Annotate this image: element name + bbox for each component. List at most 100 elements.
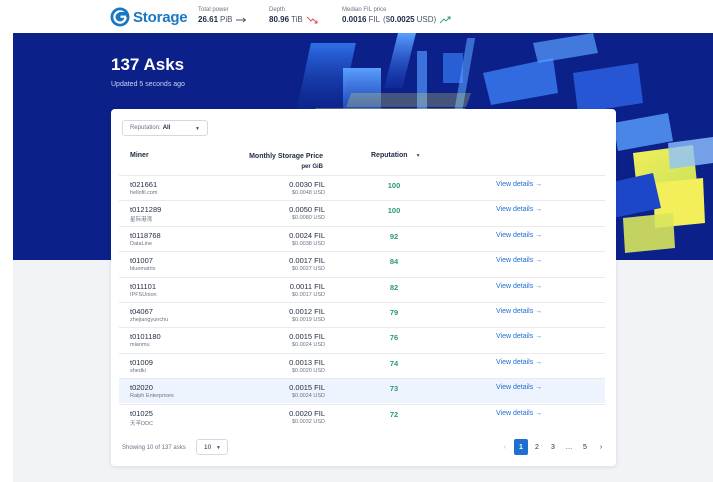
- view-details-link[interactable]: View details →: [496, 410, 542, 417]
- miner-name: 天羋DDC: [130, 420, 153, 427]
- stat-label: Total power: [198, 7, 229, 13]
- price-usd: $0.0048 USD: [291, 190, 325, 196]
- stat-extra-value: 0.0025: [390, 15, 415, 24]
- table-row[interactable]: t021661 hellofil.com 0.0030 FIL $0.0048 USD…: [119, 175, 605, 200]
- miner-name: Ralph Enterprises: [130, 393, 174, 400]
- view-details-link[interactable]: View details →: [496, 359, 542, 366]
- miner-name: IPFSUnion: [130, 291, 157, 298]
- chevron-down-icon: ▼: [216, 445, 221, 451]
- view-details-link[interactable]: View details →: [496, 206, 542, 213]
- top-header: Storage Total power 26.61 PiB Depth 80.9…: [0, 0, 713, 33]
- price-usd: $0.0017 USD: [291, 291, 325, 298]
- view-details-link[interactable]: View details →: [496, 384, 542, 391]
- trend-up-icon: [440, 16, 451, 23]
- miner-id: t0121289: [130, 205, 162, 215]
- table-row[interactable]: t0121289 星际港湾 0.0050 FIL $0.0080 USD 100 View…: [119, 200, 605, 225]
- view-details-link[interactable]: View details →: [496, 257, 542, 264]
- stat-number: 80.96: [269, 15, 290, 24]
- chevron-right-icon[interactable]: ›: [594, 439, 608, 455]
- price-usd: $0.0024 USD: [291, 342, 325, 349]
- price-fil: 0.0011 FIL: [289, 281, 325, 291]
- miner-id: t0118768: [130, 230, 161, 240]
- price-usd: $0.0019 USD: [291, 317, 325, 323]
- table-row[interactable]: t0101180 mianmu 0.0015 FIL $0.0024 USD 76 Vie…: [119, 327, 605, 352]
- miner-id: t02020: [130, 383, 153, 393]
- price-usd: $0.0020 USD: [291, 367, 325, 374]
- price-header-label: Monthly Storage Price: [249, 153, 323, 160]
- table-row[interactable]: t01009 shedki 0.0013 FIL $0.0020 USD 74 View …: [119, 352, 605, 378]
- table-row[interactable]: t01025 天羋DDC 0.0020 FIL $0.0032 USD 72 View d…: [119, 403, 605, 429]
- miner-name: hellofil.com: [130, 190, 158, 196]
- per-page-select[interactable]: 10 ▼: [196, 439, 228, 455]
- filter-value: All: [162, 125, 171, 131]
- trend-down-icon: [306, 16, 318, 23]
- miner-name: zhejiangyunchu: [130, 317, 169, 323]
- miner-id: t01025: [130, 408, 153, 418]
- price-fil: 0.0015 FIL: [289, 332, 325, 342]
- table-row[interactable]: t011101 IPFSUnion 0.0011 FIL $0.0017 USD 82 V…: [119, 276, 605, 302]
- price-usd: $0.0027 USD: [291, 266, 325, 273]
- reputation-score: 72: [389, 409, 399, 419]
- column-header-price[interactable]: Monthly Storage Price per GiB: [249, 152, 323, 172]
- table-row[interactable]: t01007 bluematrix 0.0017 FIL $0.0027 USD 84 V…: [119, 251, 605, 276]
- page-button-3[interactable]: 3: [546, 439, 560, 455]
- reputation-score: 74: [389, 358, 399, 368]
- view-details-link[interactable]: View details →: [496, 333, 542, 340]
- price-usd: $0.0032 USD: [291, 418, 325, 425]
- miner-id: t021661: [130, 180, 158, 189]
- price-fil: 0.0012 FIL: [289, 307, 325, 316]
- stat-extra-suffix: USD): [416, 15, 437, 24]
- per-page-value: 10: [204, 443, 212, 451]
- miner-name: DataLine: [130, 240, 153, 247]
- brand-logo[interactable]: Storage: [110, 7, 188, 27]
- reputation-score: 92: [389, 231, 399, 241]
- reputation-score: 73: [389, 384, 399, 394]
- chevron-left-icon[interactable]: ‹: [498, 439, 512, 455]
- view-details-link[interactable]: View details →: [496, 181, 542, 188]
- brand-name: Storage: [133, 8, 188, 26]
- price-fil: 0.0015 FIL: [289, 383, 325, 393]
- table-row[interactable]: t02020 Ralph Enterprises 0.0015 FIL $0.0024…: [119, 378, 605, 404]
- price-fil: 0.0013 FIL: [289, 357, 325, 367]
- page-button-1[interactable]: 1: [514, 439, 528, 455]
- price-fil: 0.0020 FIL: [289, 408, 325, 418]
- reputation-score: 82: [389, 282, 399, 292]
- arrow-right-icon: [236, 17, 247, 22]
- column-header-miner: Miner: [130, 152, 149, 159]
- stat-label: Depth: [269, 7, 286, 13]
- page-title: 137 Asks: [111, 55, 185, 74]
- reputation-score: 100: [387, 181, 401, 190]
- miner-id: t04067: [130, 307, 153, 316]
- miner-id: t0101180: [130, 332, 161, 342]
- view-details-link[interactable]: View details →: [496, 308, 542, 315]
- stat-value: 80.96 TiB: [269, 15, 318, 24]
- view-details-link[interactable]: View details →: [496, 232, 542, 239]
- asks-table-card: Reputation: All ▼ Miner Monthly Storage …: [111, 109, 616, 466]
- table-row[interactable]: t04067 zhejiangyunchu 0.0012 FIL $0.0019 US…: [119, 302, 605, 327]
- view-details-link[interactable]: View details →: [496, 283, 542, 290]
- stat-label: Median FIL price: [342, 7, 387, 13]
- miner-name: shedki: [130, 367, 146, 374]
- table-row[interactable]: t0118768 DataLine 0.0024 FIL $0.0038 USD 92 V…: [119, 225, 605, 251]
- page-button-2[interactable]: 2: [530, 439, 544, 455]
- page-list: 1 2 3 … 5: [512, 439, 592, 455]
- reputation-filter[interactable]: Reputation: All ▼: [122, 120, 208, 136]
- miner-name: bluematrix: [130, 266, 156, 273]
- stat-extra-prefix: ($: [383, 15, 391, 24]
- last-updated: Updated 5 seconds ago: [111, 81, 185, 88]
- price-usd: $0.0024 USD: [291, 393, 325, 400]
- stat-value: 0.0016 FIL ($ 0.0025 USD): [342, 15, 451, 24]
- chevron-down-icon: ▼: [195, 126, 200, 132]
- price-usd: $0.0080 USD: [291, 215, 325, 222]
- sort-down-icon[interactable]: ▼: [416, 153, 421, 159]
- pagination: ‹ 1 2 3 … 5 ›: [496, 439, 608, 455]
- stat-total-power: Total power 26.61 PiB: [198, 7, 247, 24]
- stat-median-price: Median FIL price 0.0016 FIL ($ 0.0025 USD…: [342, 7, 451, 24]
- column-header-reputation[interactable]: Reputation ▼: [371, 152, 421, 159]
- reputation-score: 100: [387, 206, 401, 216]
- stat-unit: FIL: [368, 15, 381, 24]
- miner-id: t01007: [130, 256, 153, 266]
- price-fil: 0.0024 FIL: [289, 230, 325, 240]
- page-button-5[interactable]: 5: [578, 439, 592, 455]
- storage-logo-icon: [110, 7, 130, 27]
